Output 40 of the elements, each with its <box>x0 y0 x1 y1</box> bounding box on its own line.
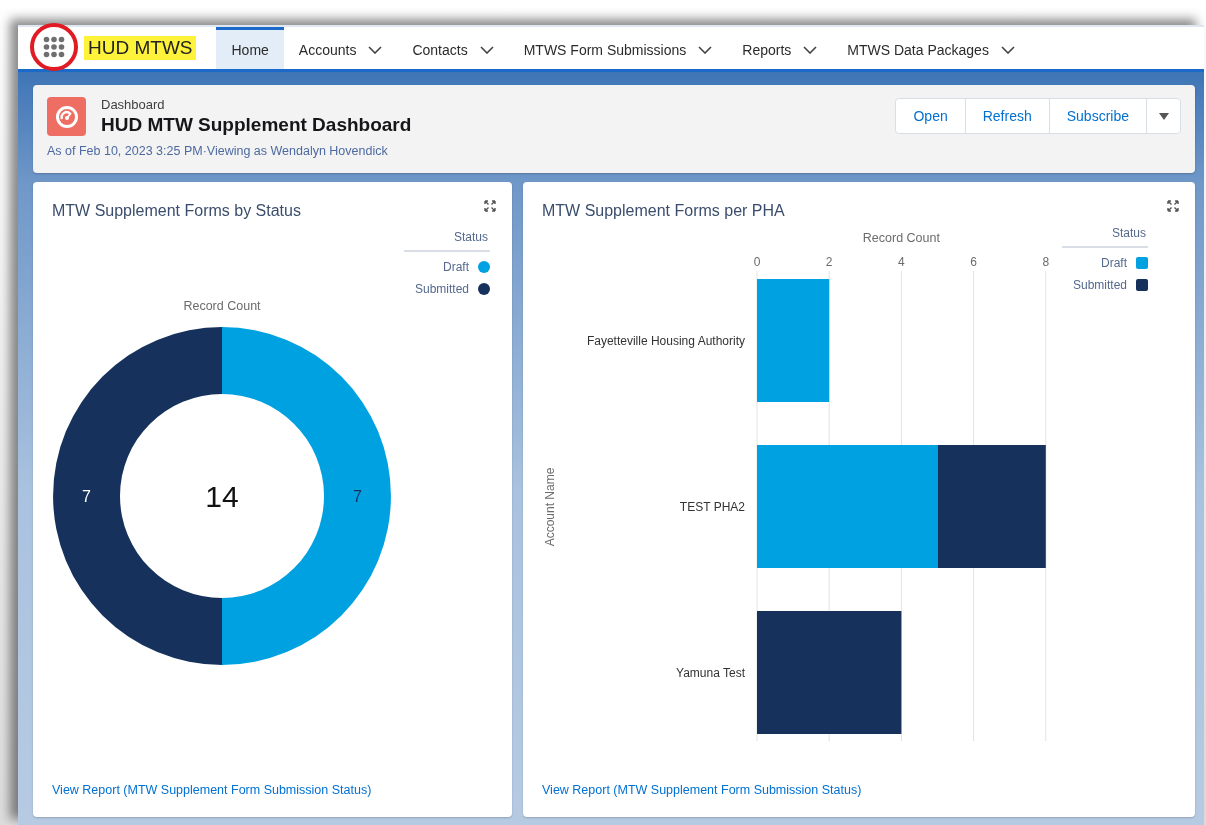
tick-label: 8 <box>1042 255 1050 269</box>
tick-label: 4 <box>898 255 905 269</box>
legend-title: Status <box>404 230 490 252</box>
legend-label: Draft <box>443 260 469 274</box>
category-label: Fayetteville Housing Authority <box>586 333 745 348</box>
tick-label: 6 <box>970 255 977 269</box>
nav-tab[interactable]: Reports <box>727 27 833 69</box>
donut-total: 14 <box>205 480 239 513</box>
chart-title: Record Count <box>183 299 261 313</box>
legend-label: Submitted <box>1072 278 1127 292</box>
category-label: TEST PHA2 <box>679 499 745 514</box>
object-label: Dashboard <box>101 97 166 112</box>
nav-tab[interactable]: Accounts <box>283 27 398 69</box>
caret-down-icon <box>1158 112 1169 120</box>
dashboard-subtitle: As of Feb 10, 2023 3:25 PM·Viewing as Wendalyn Hovendick <box>47 144 389 158</box>
legend-label: Draft <box>1101 256 1127 270</box>
nav-tab[interactable]: Home <box>216 27 284 69</box>
axis-title: Record Count <box>862 231 940 245</box>
card-title: MTW Supplement Forms per PHA <box>542 202 785 220</box>
view-report-link[interactable]: View Report (MTW Supplement Form Submission Status) <box>52 783 512 797</box>
axis-title: Account Name <box>543 467 557 547</box>
nav-tab[interactable]: Contacts <box>397 27 509 69</box>
legend-title: Status <box>1062 226 1148 248</box>
category-label: Yamuna Test <box>676 665 745 680</box>
data-label: 7 <box>353 488 362 505</box>
nav-tab[interactable]: MTWS Data Packages <box>832 27 1030 69</box>
header-button[interactable]: Open <box>896 99 966 133</box>
card-title: MTW Supplement Forms by Status <box>52 202 301 220</box>
expand-icon[interactable] <box>1167 200 1179 212</box>
legend-label: Submitted <box>414 282 469 296</box>
nav-tab[interactable]: MTWS Form Submissions <box>508 27 728 69</box>
dashboard-title: HUD MTW Supplement Dashboard <box>101 114 412 136</box>
app-launcher-icon[interactable] <box>30 23 78 71</box>
app-name: HUD MTWS <box>84 36 197 60</box>
tick-label: 2 <box>825 255 833 269</box>
tick-label: 0 <box>753 255 761 269</box>
expand-icon[interactable] <box>484 200 496 212</box>
dashboard-gauge-icon <box>47 97 86 136</box>
data-label: 7 <box>82 488 91 505</box>
view-report-link[interactable]: View Report (MTW Supplement Form Submission Status) <box>542 783 1195 797</box>
